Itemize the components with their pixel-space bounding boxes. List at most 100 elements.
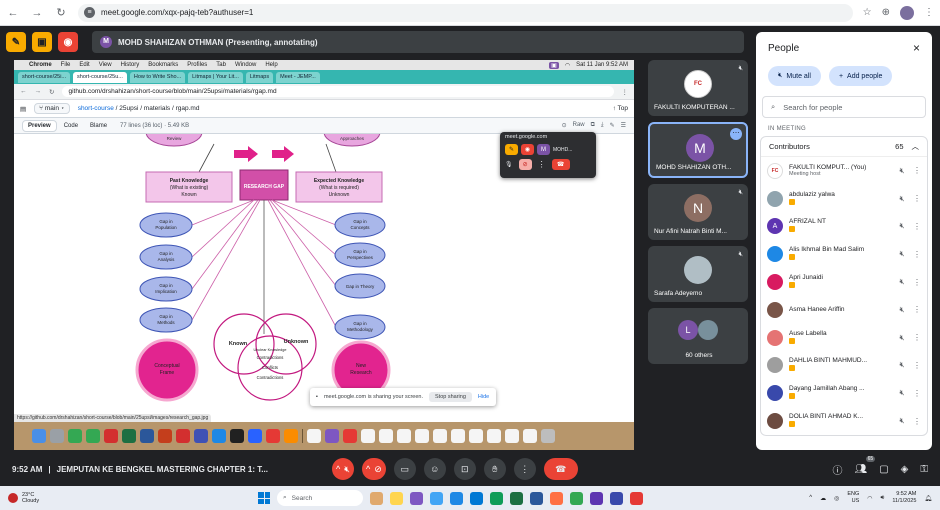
more-icon[interactable]: ⋮ xyxy=(913,389,921,398)
chrome-icon[interactable] xyxy=(570,491,583,505)
participant-tile[interactable]: 🔇︎ FC FAKULTI KOMPUTERAN ... xyxy=(648,60,748,116)
present-button[interactable]: ⊡ xyxy=(453,458,476,480)
close-icon[interactable]: × xyxy=(913,41,920,55)
profile-avatar[interactable] xyxy=(900,5,914,20)
in-meeting-label: IN MEETING xyxy=(768,126,807,132)
taskbar-search[interactable]: ⌕ Search xyxy=(277,490,363,506)
mic-off-icon[interactable]: 🔇︎ xyxy=(897,194,907,204)
reload-icon[interactable]: ↻ xyxy=(54,6,68,19)
left-gap-line: Gap in xyxy=(159,219,173,224)
more-icon[interactable]: ⋮ xyxy=(913,417,921,426)
camera-icon[interactable]: ◎ xyxy=(834,495,839,502)
weather-widget[interactable]: 23°C Cloudy xyxy=(8,492,198,504)
person-name: DOLIA BINTI AHMAD K... xyxy=(789,413,864,421)
volume-icon[interactable]: 🔊︎ xyxy=(881,495,885,502)
forward-icon[interactable]: → xyxy=(30,7,44,19)
mic-off-icon[interactable]: 🔇︎ xyxy=(897,249,907,259)
app-icon xyxy=(104,429,118,443)
participant-tile-active[interactable]: ⋯ M MOHD SHAHIZAN OTH... xyxy=(648,122,748,178)
search-icon: ⌕ xyxy=(283,494,287,501)
participant-tile[interactable]: 🔇︎ Sarafa Adeyemo xyxy=(648,246,748,302)
avatar: M xyxy=(537,144,550,155)
chevron-up-icon[interactable]: ^ xyxy=(336,464,340,474)
add-person-icon: + xyxy=(838,72,844,80)
more-icon[interactable]: ⋮ xyxy=(913,361,921,370)
captions-button[interactable]: ▭ xyxy=(393,458,416,480)
app-icon[interactable] xyxy=(490,491,503,505)
cloud-icon[interactable]: ☁ xyxy=(820,495,826,502)
excel-icon[interactable] xyxy=(510,491,523,505)
more-icon[interactable]: ⋮ xyxy=(913,305,921,314)
more-icon[interactable]: ⋮ xyxy=(913,250,921,259)
raise-hand-button[interactable]: ✋︎ xyxy=(483,458,506,480)
extensions-icon[interactable]: ⊕ xyxy=(882,7,890,18)
more-icon[interactable]: ⋮ xyxy=(913,194,921,203)
record-icon[interactable]: ◉ xyxy=(58,32,78,52)
notification-icon[interactable]: 🔔︎ xyxy=(924,495,932,502)
app-icon[interactable] xyxy=(430,491,443,505)
conceptual-frame-line: Frame xyxy=(160,370,175,376)
mic-off-icon[interactable]: 🔇︎ xyxy=(897,166,907,176)
sharing-text: meet.google.com is sharing your screen. xyxy=(323,394,424,400)
more-options-button[interactable]: ⋮ xyxy=(513,458,536,480)
back-icon[interactable]: ← xyxy=(6,7,20,19)
mute-all-button[interactable]: 🔇︎ Mute all xyxy=(768,66,821,86)
bookmark-star-icon[interactable]: ☆ xyxy=(863,7,872,18)
mac-menu-item: File xyxy=(60,62,71,68)
store-icon[interactable] xyxy=(470,491,483,505)
windows-start-icon[interactable] xyxy=(258,492,270,504)
person-name: Alis Ikhmal Bin Mad Salim xyxy=(789,246,865,254)
tab-blame: Blame xyxy=(90,122,108,129)
info-icon[interactable]: ⓘ xyxy=(833,462,843,477)
mic-off-icon[interactable]: 🔇︎ xyxy=(897,277,907,287)
search-people-input[interactable]: ⌕ Search for people xyxy=(762,96,926,118)
more-options-icon[interactable]: ⋯ xyxy=(730,128,742,140)
word-icon[interactable] xyxy=(530,491,543,505)
site-info-icon[interactable]: ≡ xyxy=(84,7,95,18)
more-icon[interactable]: ⋮ xyxy=(913,278,921,287)
app-icon[interactable] xyxy=(410,491,423,505)
emoji-button[interactable]: ☺ xyxy=(423,458,446,480)
people-icon[interactable]: 👥︎ 65 xyxy=(855,455,876,475)
presentation-icon[interactable]: ▣ xyxy=(32,32,52,52)
mic-off-icon[interactable]: 🔇︎ xyxy=(897,221,907,231)
end-call-button[interactable]: ☎ xyxy=(543,458,578,480)
address-bar[interactable]: ≡ meet.google.com/xqx-pajq-teb?authuser=… xyxy=(78,3,853,22)
app-icon[interactable] xyxy=(370,491,383,505)
reload-icon: ↻ xyxy=(49,88,55,96)
edge-icon[interactable] xyxy=(450,491,463,505)
chevron-up-icon[interactable]: ^ xyxy=(809,495,812,501)
mic-off-icon[interactable]: 🔇︎ xyxy=(897,305,907,315)
file-explorer-icon[interactable] xyxy=(390,491,403,505)
annotate-icon: ✎ xyxy=(505,144,518,155)
firefox-icon[interactable] xyxy=(550,491,563,505)
contributors-header[interactable]: Contributors 65 ︿ xyxy=(761,137,927,157)
app-icon[interactable] xyxy=(630,491,643,505)
mic-off-icon[interactable]: 🔇︎ xyxy=(897,416,907,426)
mic-off-icon[interactable]: 🔇︎ xyxy=(897,360,907,370)
dock-separator xyxy=(302,429,303,443)
mic-off-icon[interactable]: 🔇︎ xyxy=(897,388,907,398)
app-icon[interactable] xyxy=(610,491,623,505)
mic-off-icon[interactable]: 🔇︎ xyxy=(897,333,907,343)
add-people-button[interactable]: + Add people xyxy=(828,66,893,86)
host-controls-icon[interactable]: ⚿ xyxy=(920,464,928,475)
more-icon[interactable]: ⋮ xyxy=(913,166,921,175)
activities-icon[interactable]: ◈ xyxy=(901,464,909,475)
more-icon[interactable]: ⋮ xyxy=(913,222,921,231)
person-avatar xyxy=(767,413,783,430)
browser-menu-icon[interactable]: ⋮ xyxy=(924,7,934,18)
wifi-icon[interactable]: ◠ xyxy=(867,495,872,502)
person-role: Meeting host xyxy=(789,171,821,178)
more-icon[interactable]: ⋮ xyxy=(913,333,921,342)
others-tile[interactable]: L 60 others xyxy=(648,308,748,364)
chat-icon[interactable]: ▢ xyxy=(879,464,888,475)
taskbar-clock[interactable]: 9:52 AM 11/1/2025 xyxy=(892,491,916,505)
camera-toggle-button[interactable]: ^ ⊘ xyxy=(362,458,386,480)
mic-toggle-button[interactable]: ^ 🔇︎ xyxy=(332,458,354,480)
participant-tile[interactable]: 🔇︎ N Nur Afini Natrah Binti M... xyxy=(648,184,748,240)
chevron-up-icon[interactable]: ^ xyxy=(366,464,370,474)
chevron-up-icon[interactable]: ︿ xyxy=(912,141,920,152)
annotate-icon[interactable]: ✎ xyxy=(6,32,26,52)
app-icon[interactable] xyxy=(590,491,603,505)
